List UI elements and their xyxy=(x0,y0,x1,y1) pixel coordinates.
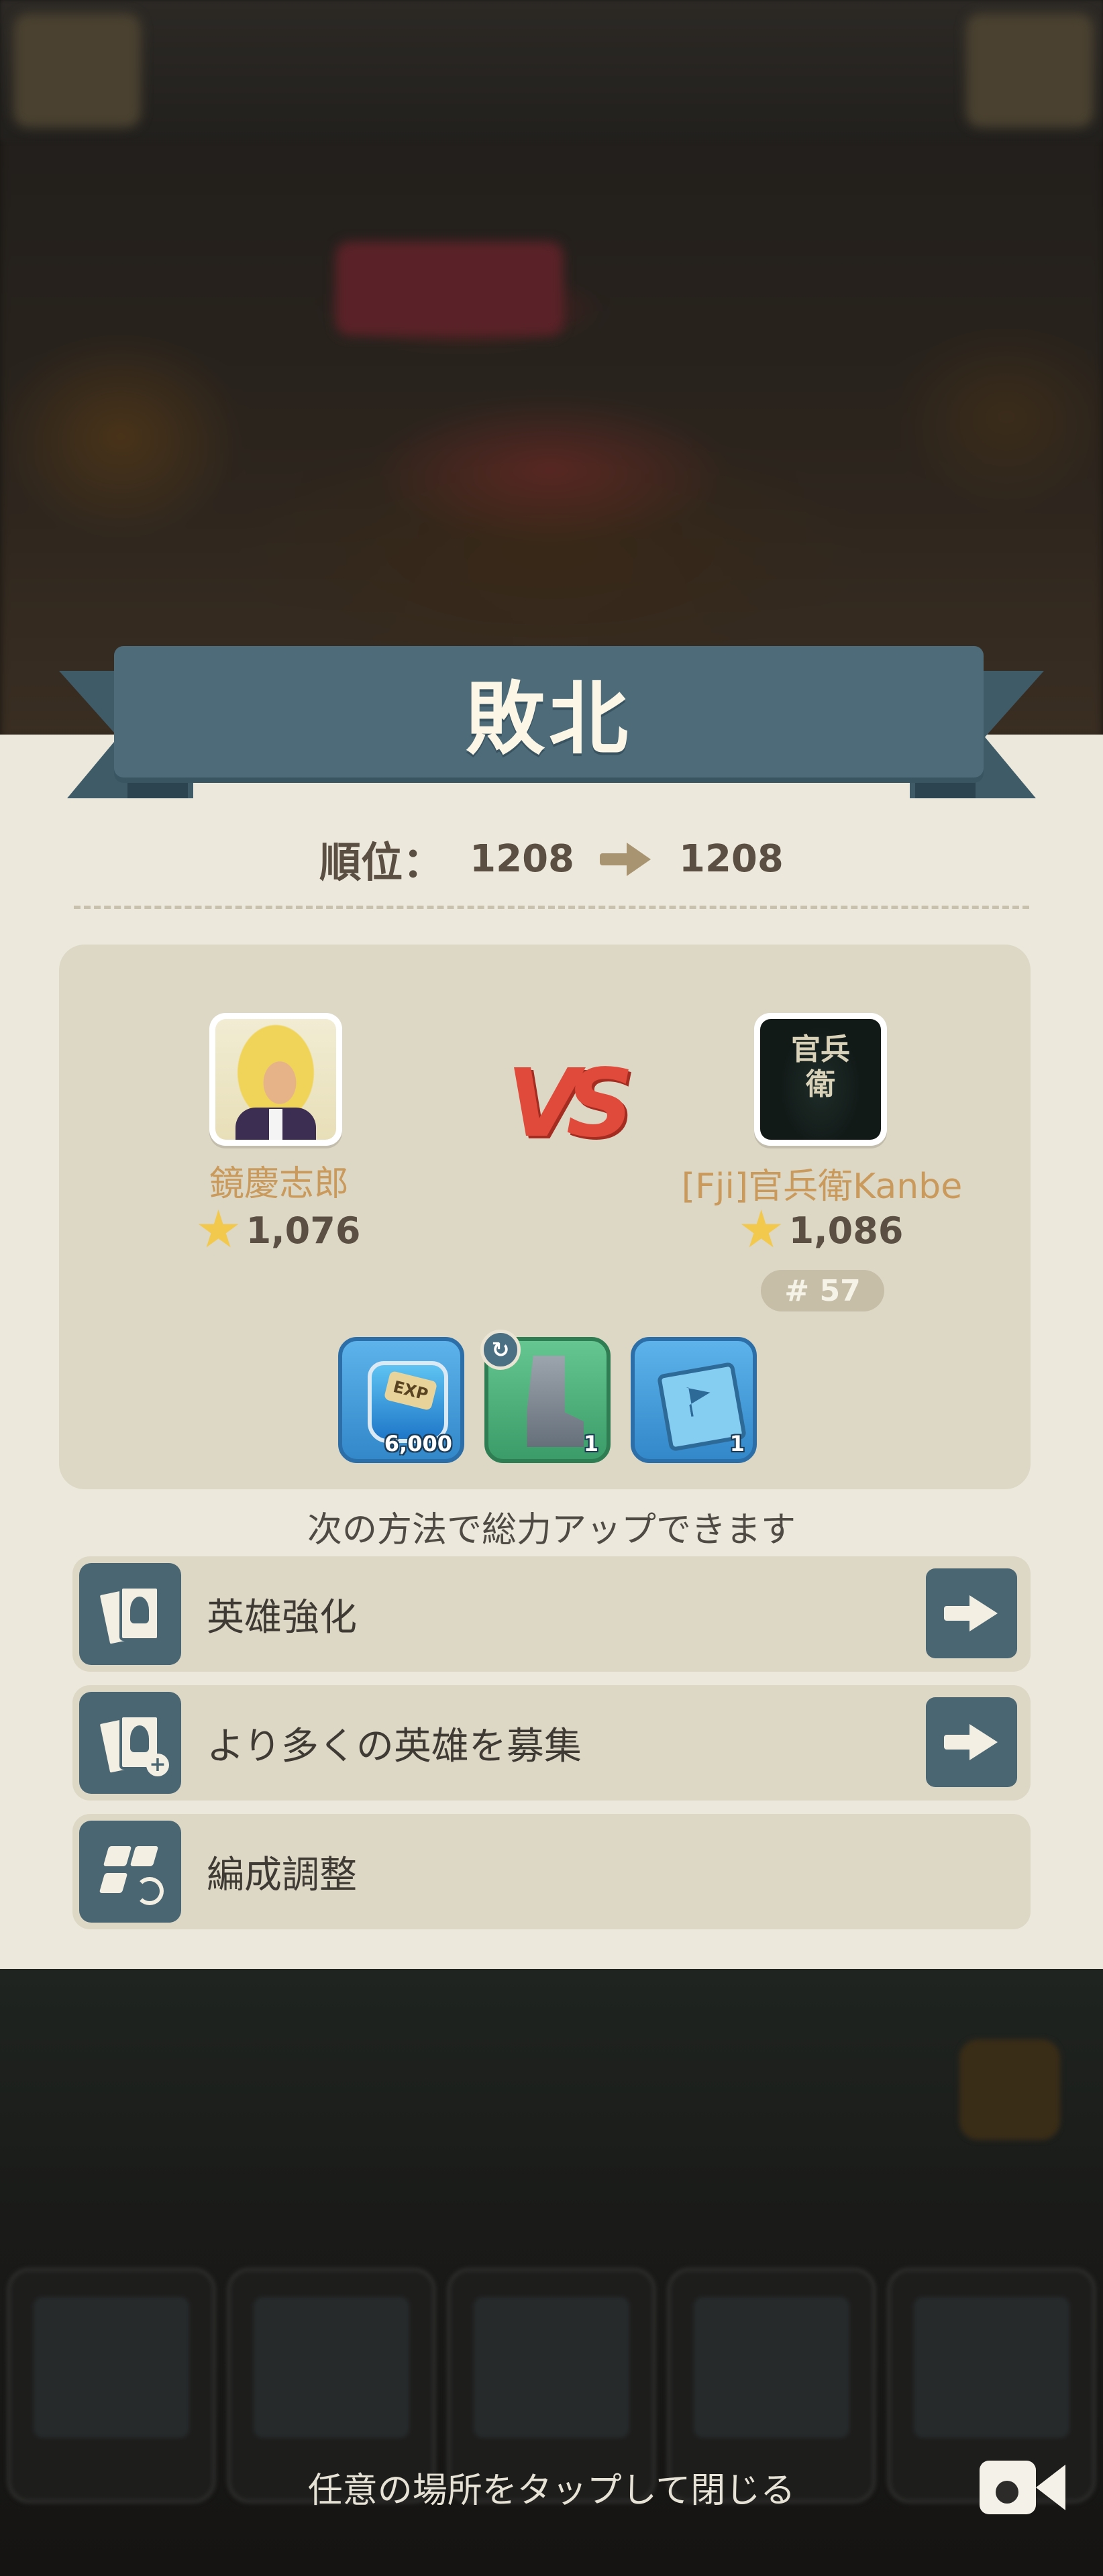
avatar-bottle-label: 官兵衛 xyxy=(791,1032,850,1102)
rank-change: 順位： 1208 1208 xyxy=(0,825,1103,892)
blurred-avatar-right xyxy=(966,13,1094,127)
divider xyxy=(74,906,1029,909)
action-label: より多くの英雄を募集 xyxy=(207,1724,582,1768)
formation-icon xyxy=(79,1821,181,1923)
result-title: 敗北 xyxy=(465,672,632,765)
reward-count: 1 xyxy=(583,1431,598,1456)
blurred-banner xyxy=(335,241,564,335)
rank-before: 1208 xyxy=(470,837,574,881)
power-value-left: 1,076 xyxy=(246,1209,361,1252)
blurred-button xyxy=(959,2039,1060,2140)
star-icon xyxy=(741,1210,782,1248)
power-value-right: 1,086 xyxy=(788,1209,904,1252)
video-camera-icon[interactable] xyxy=(980,2455,1065,2516)
player-avatar-left[interactable] xyxy=(209,1013,342,1146)
vs-mark: VS xyxy=(507,1049,633,1159)
power-up-hint: 次の方法で総力アップできます xyxy=(307,1510,796,1550)
opponent-portrait: 官兵衛 xyxy=(760,1019,881,1140)
go-button[interactable] xyxy=(926,1697,1017,1787)
player-power-left: 1,076 xyxy=(145,1205,413,1256)
player-name-left: 鏡慶志郎 xyxy=(209,1164,349,1204)
rank-label: 順位： xyxy=(319,838,445,887)
player-power-right: 1,086 xyxy=(684,1205,959,1256)
action-label: 編成調整 xyxy=(207,1853,357,1897)
action-recruit-heroes[interactable]: + より多くの英雄を募集 xyxy=(72,1685,1031,1801)
star-icon xyxy=(198,1210,239,1248)
recruit-heroes-icon: + xyxy=(79,1692,181,1794)
result-banner: 敗北 xyxy=(114,646,984,777)
upgrade-badge-icon: ↻ xyxy=(480,1330,521,1370)
action-hero-upgrade[interactable]: 英雄強化 xyxy=(72,1556,1031,1672)
player-avatar-right[interactable]: 官兵衛 xyxy=(754,1013,887,1146)
reward-count: 6,000 xyxy=(384,1431,452,1456)
player-name-right: [Fji]官兵衛Kanbe xyxy=(681,1167,963,1207)
blurred-avatar-left xyxy=(13,13,141,127)
boot-icon xyxy=(527,1356,584,1447)
blurred-top-bar xyxy=(0,0,1103,141)
arrow-right-icon xyxy=(600,843,653,876)
hero-portrait xyxy=(215,1019,336,1140)
action-label: 英雄強化 xyxy=(207,1595,357,1640)
rank-after: 1208 xyxy=(679,837,784,881)
go-button[interactable] xyxy=(926,1568,1017,1658)
hero-upgrade-icon xyxy=(79,1563,181,1665)
tap-to-close-hint: 任意の場所をタップして閉じる xyxy=(307,2471,796,2511)
action-formation[interactable]: 編成調整 xyxy=(72,1814,1031,1929)
arrow-right-icon xyxy=(944,1595,999,1631)
reward-flag-book[interactable]: 1 xyxy=(631,1337,757,1463)
reward-count: 1 xyxy=(729,1431,745,1456)
arrow-right-icon xyxy=(944,1724,999,1760)
opponent-rank-badge: # 57 xyxy=(761,1270,884,1311)
reward-exp-potion[interactable]: EXP 6,000 xyxy=(338,1337,464,1463)
